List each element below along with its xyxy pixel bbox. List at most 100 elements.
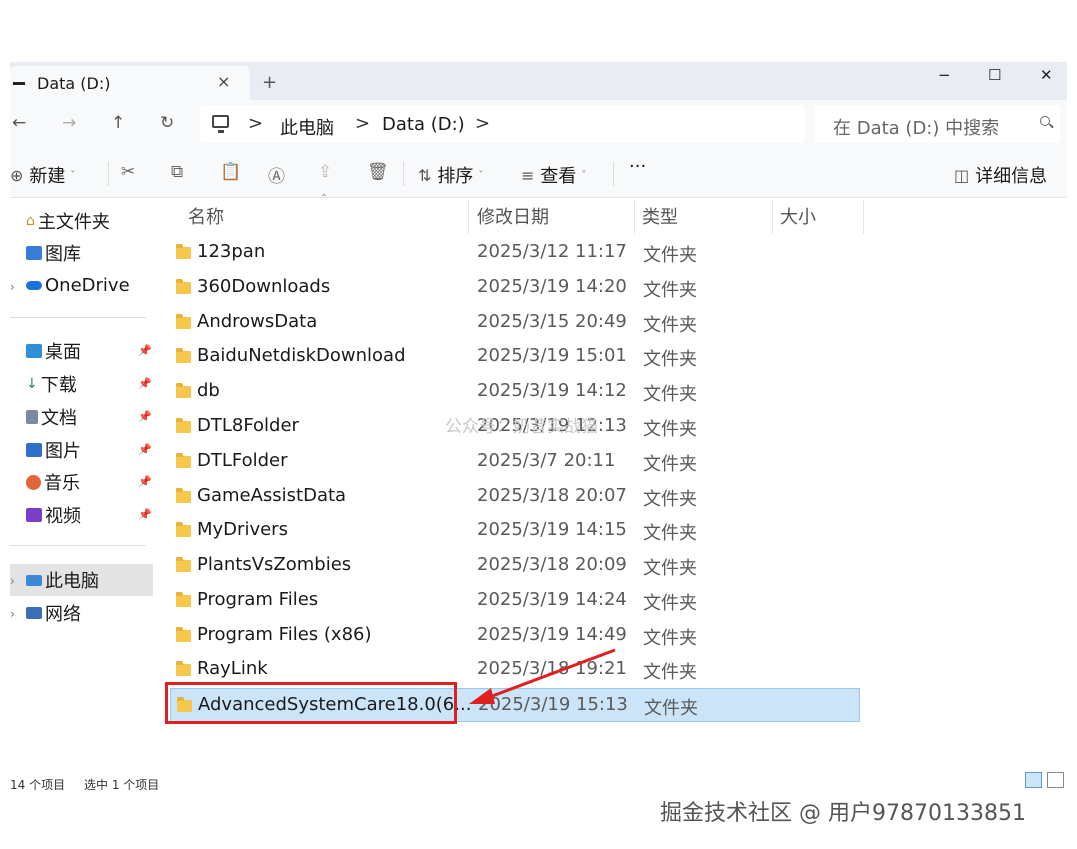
divider — [10, 317, 146, 318]
sidebar-item-network[interactable]: 网络 — [26, 600, 158, 626]
more-options-button[interactable]: ··· — [629, 156, 646, 177]
sidebar-item-pictures[interactable]: 图片 📌 — [26, 437, 158, 463]
chevron-right-icon[interactable]: › — [10, 607, 15, 621]
chevron-right-icon[interactable]: › — [10, 574, 15, 588]
file-type: 文件夹 — [643, 662, 697, 683]
column-divider[interactable] — [863, 200, 864, 234]
file-row[interactable]: 123pan 2025/3/12 11:17 文件夹 — [170, 236, 860, 270]
file-type: 文件夹 — [643, 628, 697, 649]
annotation-arrow — [469, 648, 616, 704]
document-icon — [26, 410, 38, 424]
file-row[interactable]: GameAssistData 2025/3/18 20:07 文件夹 — [170, 480, 860, 514]
drive-icon — [13, 82, 25, 85]
breadcrumb-separator[interactable]: > — [355, 113, 370, 134]
pin-icon[interactable]: 📌 — [138, 443, 152, 456]
sort-button[interactable]: ⇅ 排序 ˅ — [418, 162, 483, 188]
file-row[interactable]: PlantsVsZombies 2025/3/18 20:09 文件夹 — [170, 549, 860, 583]
pin-icon[interactable]: 📌 — [138, 475, 152, 488]
file-type: 文件夹 — [643, 384, 697, 405]
tab-close-icon[interactable]: × — [217, 72, 230, 91]
file-date: 2025/3/19 15:01 — [477, 345, 627, 366]
file-type: 文件夹 — [643, 558, 697, 579]
breadcrumb-separator[interactable]: > — [475, 113, 490, 134]
back-button[interactable]: ← — [12, 113, 26, 133]
details-pane-button[interactable]: ◫ 详细信息 — [954, 162, 1047, 188]
view-button[interactable]: ≡ 查看 ˅ — [521, 162, 586, 188]
minimize-button[interactable]: − — [938, 66, 951, 84]
sidebar-item-this-pc[interactable]: 此电脑 — [26, 567, 158, 593]
file-type: 文件夹 — [643, 349, 697, 370]
pin-icon[interactable]: 📌 — [138, 508, 152, 521]
pin-icon[interactable]: 📌 — [138, 344, 152, 357]
file-date: 2025/3/7 20:11 — [477, 450, 616, 471]
sidebar-item-downloads[interactable]: ↓ 下载 📌 — [26, 371, 158, 397]
up-button[interactable]: ↑ — [111, 113, 125, 133]
chevron-down-icon: ˅ — [581, 169, 587, 181]
tab-data-d[interactable]: Data (D:) × — [10, 66, 250, 100]
column-header-modified[interactable]: 修改日期 — [477, 203, 549, 229]
breadcrumb-this-pc[interactable]: 此电脑 — [280, 114, 334, 140]
file-row[interactable]: DTLFolder 2025/3/7 20:11 文件夹 — [170, 445, 860, 479]
new-tab-button[interactable]: + — [262, 72, 277, 93]
sidebar-item-documents[interactable]: 文档 📌 — [26, 404, 158, 430]
sidebar-item-videos[interactable]: 视频 📌 — [26, 502, 158, 528]
file-type: 文件夹 — [643, 454, 697, 475]
file-row[interactable]: BaiduNetdiskDownload 2025/3/19 15:01 文件夹 — [170, 340, 860, 374]
details-view-icon[interactable] — [1025, 772, 1042, 788]
column-header-type[interactable]: 类型 — [642, 203, 678, 229]
command-bar: ⊕ 新建 ˅ ✂ ⧉ 📋 Ⓐ ⇪ 🗑 ⇅ 排序 ˅ ≡ 查看 ˅ ··· ◫ 详… — [10, 148, 1067, 198]
breadcrumb-separator[interactable]: > — [248, 113, 263, 134]
file-name: MyDrivers — [197, 519, 288, 540]
desktop-icon — [26, 344, 42, 358]
annotation-highlight-box — [165, 682, 457, 724]
pin-icon[interactable]: 📌 — [138, 377, 152, 390]
address-field[interactable]: > 此电脑 > Data (D:) > — [200, 105, 805, 143]
file-name: 360Downloads — [197, 276, 331, 297]
file-date: 2025/3/19 14:12 — [477, 380, 627, 401]
navigation-pane: ⌂ 主文件夹 图库 › OneDrive 桌面 📌 ↓ 下载 📌 文档 📌 图片… — [10, 198, 160, 790]
sidebar-item-label: 文档 — [41, 408, 77, 429]
computer-icon — [212, 115, 229, 133]
tiles-view-icon[interactable] — [1047, 772, 1064, 788]
cut-icon[interactable]: ✂ — [121, 162, 135, 182]
pin-icon[interactable]: 📌 — [138, 410, 152, 423]
delete-icon[interactable]: 🗑 — [367, 162, 389, 182]
column-header-name[interactable]: 名称 — [188, 203, 224, 229]
divider — [403, 162, 404, 186]
file-row[interactable]: MyDrivers 2025/3/19 14:15 文件夹 — [170, 514, 860, 548]
column-divider[interactable] — [772, 200, 773, 234]
share-icon[interactable]: ⇪ — [318, 162, 332, 182]
sidebar-item-label: OneDrive — [45, 274, 130, 296]
paste-icon[interactable]: 📋 — [220, 162, 241, 182]
file-explorer-window: Data (D:) × + − ☐ ✕ ← → ↑ ↻ > 此电脑 > Data… — [10, 62, 1067, 790]
breadcrumb-data-d[interactable]: Data (D:) — [382, 114, 465, 135]
column-divider[interactable] — [634, 200, 635, 234]
rename-icon[interactable]: Ⓐ — [268, 162, 285, 187]
forward-button[interactable]: → — [62, 113, 76, 133]
refresh-button[interactable]: ↻ — [160, 113, 174, 133]
chevron-right-icon[interactable]: › — [10, 280, 15, 294]
sidebar-item-gallery[interactable]: 图库 — [26, 240, 158, 266]
sidebar-item-onedrive[interactable]: OneDrive — [26, 272, 158, 298]
file-type: 文件夹 — [643, 280, 697, 301]
close-window-button[interactable]: ✕ — [1040, 66, 1053, 84]
file-row[interactable]: db 2025/3/19 14:12 文件夹 — [170, 375, 860, 409]
sidebar-item-music[interactable]: 音乐 📌 — [26, 469, 158, 495]
divider — [613, 162, 614, 186]
new-button[interactable]: ⊕ 新建 ˅ — [10, 162, 75, 188]
column-header-size[interactable]: 大小 — [780, 203, 816, 229]
search-input[interactable]: 在 Data (D:) 中搜索 — [815, 105, 1060, 143]
file-row[interactable]: AndrowsData 2025/3/15 20:49 文件夹 — [170, 306, 860, 340]
sidebar-item-desktop[interactable]: 桌面 📌 — [26, 338, 158, 364]
gallery-icon — [26, 246, 42, 260]
file-date: 2025/3/19 14:24 — [477, 589, 627, 610]
file-name: BaiduNetdiskDownload — [197, 345, 406, 366]
file-row[interactable]: 360Downloads 2025/3/19 14:20 文件夹 — [170, 271, 860, 305]
sidebar-item-home[interactable]: ⌂ 主文件夹 — [26, 208, 158, 234]
copy-icon[interactable]: ⧉ — [171, 162, 183, 182]
column-divider[interactable] — [468, 200, 469, 234]
maximize-button[interactable]: ☐ — [988, 66, 1001, 84]
file-row[interactable]: Program Files 2025/3/19 14:24 文件夹 — [170, 584, 860, 618]
folder-icon — [176, 488, 191, 503]
tab-title: Data (D:) — [37, 74, 111, 93]
